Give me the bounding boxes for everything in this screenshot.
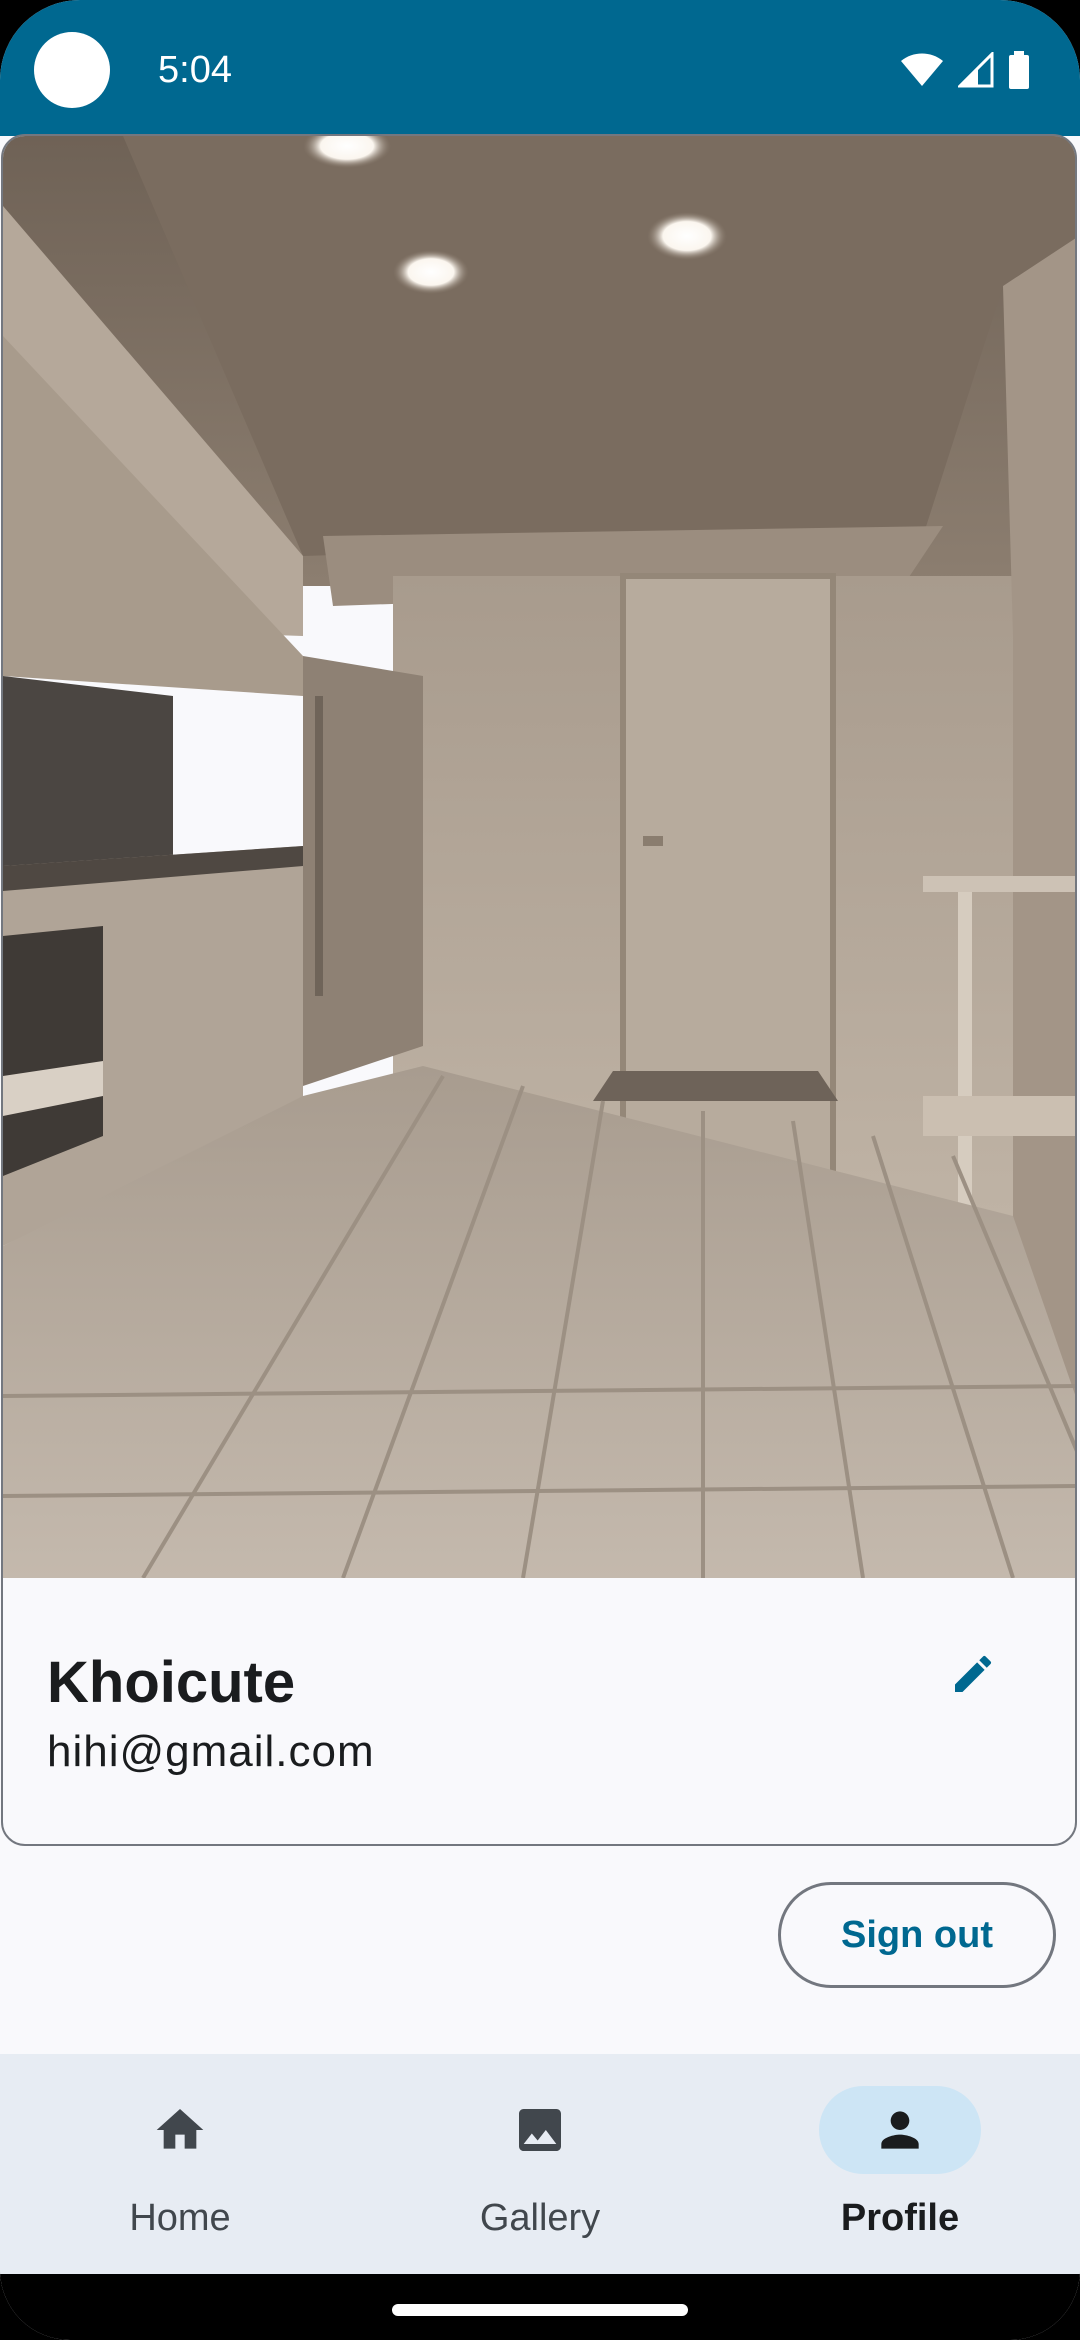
gesture-navigation-bar xyxy=(0,2274,1080,2340)
nav-indicator-selected xyxy=(819,2086,981,2174)
wifi-icon xyxy=(901,53,943,86)
nav-label-gallery: Gallery xyxy=(479,2197,601,2239)
cell-signal-icon xyxy=(958,52,994,88)
nav-label-profile: Profile xyxy=(840,2197,960,2239)
status-bar: 5:04 xyxy=(0,0,1080,136)
profile-photo xyxy=(3,136,1075,1578)
home-icon xyxy=(156,2109,204,2149)
pencil-icon xyxy=(955,1655,992,1692)
nav-indicator xyxy=(99,2086,261,2174)
status-icons xyxy=(900,50,1030,90)
bottom-navigation: Home Gallery Profile xyxy=(0,2054,1080,2274)
image-icon xyxy=(519,2109,561,2151)
nav-item-profile[interactable]: Profile xyxy=(720,2054,1080,2274)
profile-email: hihi@gmail.com xyxy=(47,1727,375,1776)
nav-item-gallery[interactable]: Gallery xyxy=(360,2054,720,2274)
battery-icon xyxy=(1009,51,1029,89)
profile-name: Khoicute xyxy=(47,1650,296,1715)
sign-out-button[interactable]: Sign out xyxy=(778,1882,1056,1988)
camera-cutout xyxy=(34,32,110,108)
status-time: 5:04 xyxy=(158,49,232,91)
phone-screen: 5:04 Khoicute hihi@gmail.com Sign out Ho… xyxy=(0,0,1080,2340)
person-icon xyxy=(881,2111,919,2149)
nav-item-home[interactable]: Home xyxy=(0,2054,360,2274)
profile-card: Khoicute hihi@gmail.com xyxy=(1,134,1077,1846)
nav-indicator xyxy=(459,2086,621,2174)
edit-profile-button[interactable] xyxy=(915,1616,1031,1732)
nav-label-home: Home xyxy=(129,2197,231,2239)
home-gesture-handle[interactable] xyxy=(392,2304,688,2316)
